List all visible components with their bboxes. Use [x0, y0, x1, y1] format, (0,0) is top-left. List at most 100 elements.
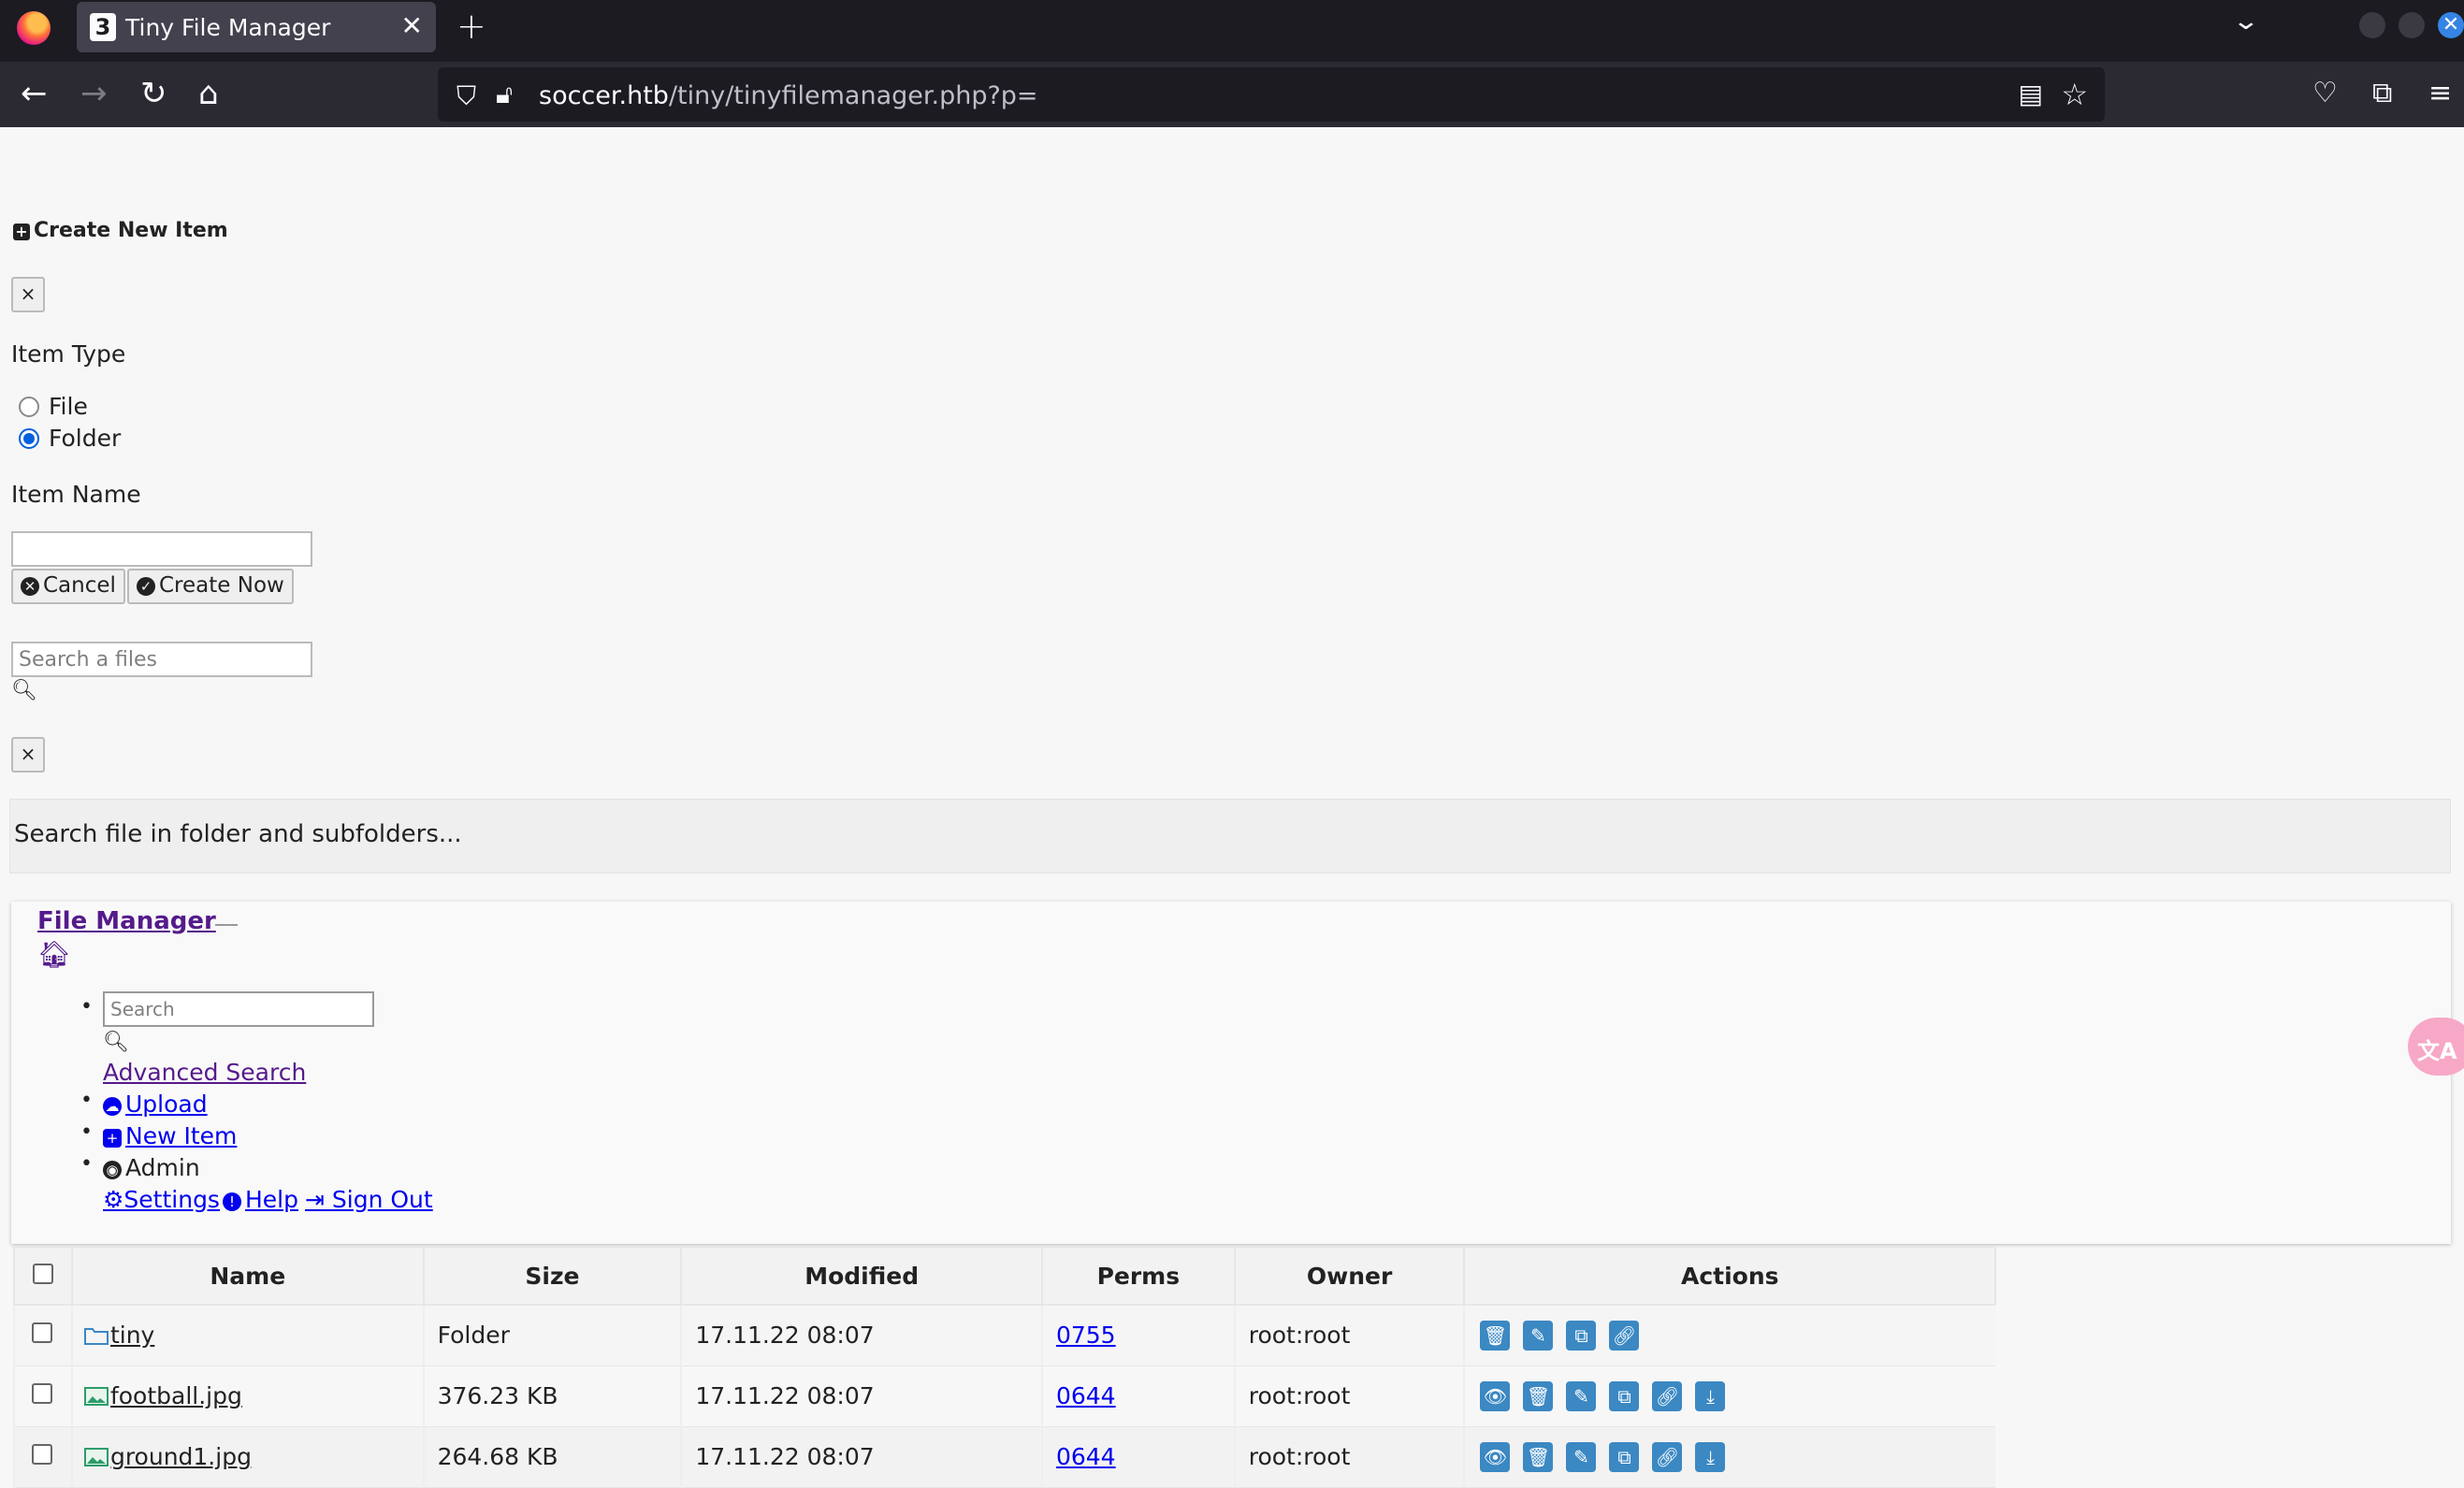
- download-icon[interactable]: ⤓: [1695, 1441, 1726, 1472]
- row-checkbox[interactable]: [32, 1383, 52, 1404]
- folder-icon: [83, 1328, 109, 1346]
- column-header[interactable]: Owner: [1233, 1246, 1466, 1306]
- column-header[interactable]: Name: [70, 1246, 425, 1306]
- insecure-lock-icon[interactable]: 🔓︎: [496, 79, 513, 110]
- row-checkbox[interactable]: [32, 1322, 52, 1344]
- copy-icon[interactable]: ⧉: [1609, 1441, 1640, 1472]
- select-all-cell: [13, 1246, 73, 1306]
- list-bullet: •: [80, 995, 93, 1018]
- window-minimize-button[interactable]: [2359, 12, 2385, 38]
- create-now-button[interactable]: ✓ Create Now: [127, 569, 294, 604]
- view-eye-icon[interactable]: 👁︎: [1480, 1380, 1511, 1411]
- new-tab-icon[interactable]: +: [457, 6, 486, 47]
- item-name-input[interactable]: [11, 531, 312, 567]
- file-name-link[interactable]: football.jpg: [110, 1382, 242, 1409]
- bookmark-star-icon[interactable]: ☆: [2061, 77, 2088, 112]
- search-panel-close-button[interactable]: ×: [11, 737, 45, 773]
- title-underscore: [215, 922, 238, 926]
- menu-icon[interactable]: ≡: [2428, 75, 2452, 112]
- user-circle-icon: ◉: [103, 1161, 122, 1179]
- firefox-logo-icon[interactable]: [17, 11, 51, 45]
- sign-out-link[interactable]: ⇥ Sign Out: [305, 1186, 433, 1213]
- search-files-input[interactable]: [11, 642, 312, 677]
- reader-view-icon[interactable]: ▤: [2019, 79, 2043, 109]
- column-header[interactable]: Size: [422, 1246, 683, 1306]
- pocket-icon[interactable]: ♡: [2312, 75, 2338, 112]
- help-link[interactable]: ! Help: [223, 1186, 298, 1213]
- radio-folder[interactable]: Folder: [19, 425, 121, 452]
- tab-favicon-icon: 3: [90, 13, 116, 41]
- sign-out-icon: ⇥: [305, 1186, 325, 1213]
- back-arrow-icon[interactable]: ←: [21, 75, 48, 112]
- perms-link[interactable]: 0644: [1056, 1443, 1116, 1470]
- item-type-label: Item Type: [11, 340, 126, 368]
- download-icon[interactable]: ⤓: [1695, 1380, 1726, 1411]
- upload-link[interactable]: ☁ Upload: [103, 1091, 208, 1118]
- link-icon[interactable]: 🔗︎: [1652, 1380, 1683, 1411]
- tracking-shield-icon[interactable]: ⛉: [457, 80, 476, 112]
- fm-search-input[interactable]: [103, 991, 374, 1027]
- radio-file-input[interactable]: [19, 397, 39, 417]
- view-eye-icon[interactable]: 👁︎: [1480, 1441, 1511, 1472]
- link-icon[interactable]: 🔗︎: [1652, 1441, 1683, 1472]
- browser-tab[interactable]: 3 Tiny File Manager ✕: [77, 2, 436, 52]
- settings-link[interactable]: ⚙Settings: [103, 1186, 220, 1213]
- rename-icon[interactable]: ✎: [1566, 1441, 1597, 1472]
- window-close-button[interactable]: ✕: [2438, 12, 2464, 38]
- column-header[interactable]: Perms: [1040, 1246, 1236, 1306]
- perms-link[interactable]: 0755: [1056, 1322, 1116, 1349]
- extensions-icon[interactable]: ⧉: [2372, 75, 2392, 112]
- url-bar[interactable]: ⛉ 🔓︎ soccer.htb/tiny/tinyfilemanager.php…: [438, 67, 2105, 122]
- row-checkbox[interactable]: [32, 1444, 52, 1465]
- translate-icon[interactable]: 文A: [2408, 1018, 2464, 1076]
- window-maximize-button[interactable]: [2399, 12, 2425, 38]
- user-label: ◉ Admin: [103, 1154, 200, 1181]
- url-text[interactable]: soccer.htb/tiny/tinyfilemanager.php?p=: [539, 81, 1038, 110]
- delete-icon[interactable]: 🗑︎: [1480, 1320, 1511, 1351]
- column-header[interactable]: Modified: [680, 1246, 1043, 1306]
- image-file-icon: [83, 1387, 109, 1406]
- info-circle-icon: !: [223, 1192, 241, 1211]
- new-item-link[interactable]: + New Item: [103, 1122, 237, 1149]
- tab-close-icon[interactable]: ✕: [401, 10, 423, 41]
- file-name-link[interactable]: tiny: [110, 1322, 154, 1349]
- search-icon[interactable]: 🔍︎: [103, 1031, 129, 1054]
- browser-nav-bar: ← → ↻ ⌂ ⛉ 🔓︎ soccer.htb/tiny/tinyfileman…: [0, 62, 2464, 127]
- link-icon[interactable]: 🔗︎: [1609, 1320, 1640, 1351]
- file-manager-title-link[interactable]: File Manager: [37, 907, 216, 935]
- file-owner: root:root: [1233, 1426, 1465, 1488]
- plus-square-icon: +: [13, 224, 30, 240]
- select-all-checkbox[interactable]: [32, 1263, 53, 1284]
- cancel-button[interactable]: ✕ Cancel: [11, 569, 125, 604]
- radio-file[interactable]: File: [19, 393, 88, 420]
- copy-icon[interactable]: ⧉: [1609, 1380, 1640, 1411]
- table-row[interactable]: ground1.jpg 264.68 KB 17.11.22 08:07 064…: [13, 1426, 1995, 1488]
- rename-icon[interactable]: ✎: [1523, 1320, 1554, 1351]
- delete-icon[interactable]: 🗑︎: [1523, 1441, 1554, 1472]
- file-size: 376.23 KB: [422, 1365, 682, 1427]
- search-icon[interactable]: 🔍︎: [11, 679, 37, 702]
- home-icon[interactable]: 🏠︎: [37, 939, 71, 970]
- tab-list-chevron-icon[interactable]: ⌄: [2232, 7, 2261, 36]
- forward-arrow-icon[interactable]: →: [80, 75, 108, 112]
- file-modified: 17.11.22 08:07: [680, 1305, 1042, 1366]
- check-circle-icon: ✓: [137, 577, 155, 596]
- home-icon[interactable]: ⌂: [198, 75, 219, 112]
- advanced-search-link[interactable]: Advanced Search: [103, 1059, 306, 1086]
- perms-link[interactable]: 0644: [1056, 1382, 1116, 1409]
- copy-icon[interactable]: ⧉: [1566, 1320, 1597, 1351]
- radio-folder-input[interactable]: [19, 428, 39, 449]
- create-item-heading: + Create New Item: [13, 219, 228, 242]
- file-table: Name Size Modified Perms Owner Actions t…: [13, 1246, 1996, 1488]
- table-row[interactable]: tiny Folder 17.11.22 08:07 0755 root:roo…: [13, 1305, 1995, 1366]
- file-size: Folder: [422, 1305, 682, 1366]
- create-panel-close-button[interactable]: ×: [11, 277, 45, 312]
- plus-square-icon: +: [103, 1129, 122, 1148]
- table-row[interactable]: football.jpg 376.23 KB 17.11.22 08:07 06…: [13, 1365, 1995, 1427]
- delete-icon[interactable]: 🗑︎: [1523, 1380, 1554, 1411]
- rename-icon[interactable]: ✎: [1566, 1380, 1597, 1411]
- table-header-row: Name Size Modified Perms Owner Actions: [13, 1246, 1996, 1306]
- reload-icon[interactable]: ↻: [140, 75, 167, 112]
- gear-icon: ⚙: [103, 1186, 124, 1213]
- file-name-link[interactable]: ground1.jpg: [110, 1443, 252, 1470]
